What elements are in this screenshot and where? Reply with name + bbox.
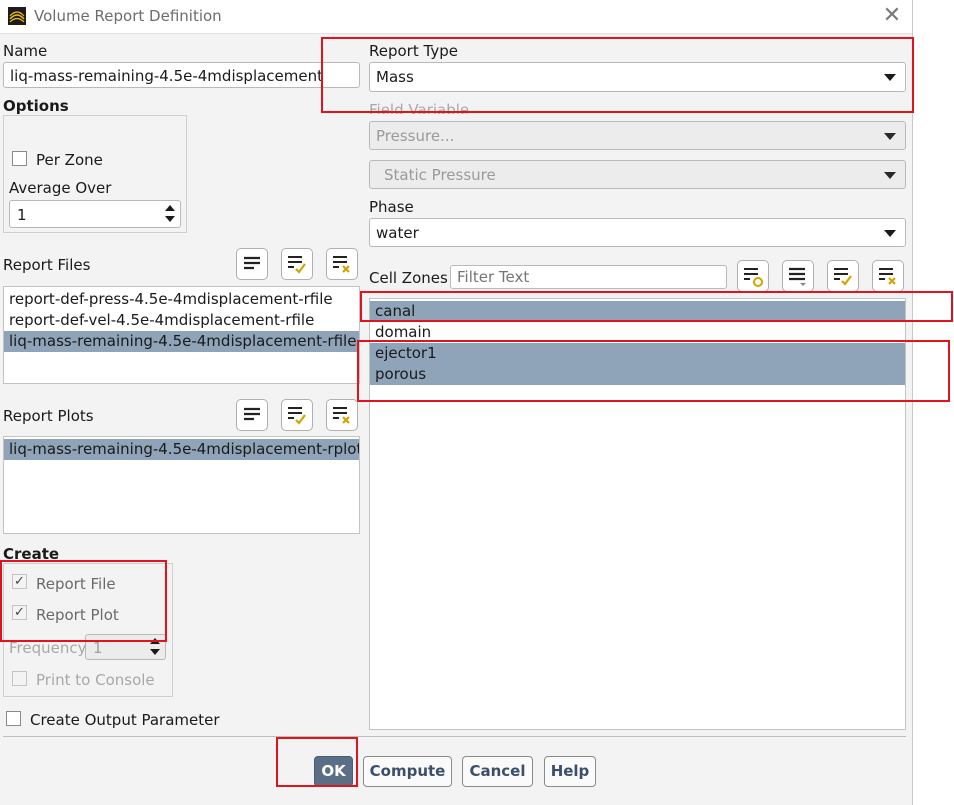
phase-label: Phase xyxy=(369,198,414,216)
separator xyxy=(3,736,906,737)
list-item[interactable]: liq-mass-remaining-4.5e-4mdisplacement-r… xyxy=(4,439,359,460)
select-all-checked-icon xyxy=(834,268,852,286)
list-item[interactable]: canal xyxy=(370,301,905,322)
phase-dropdown[interactable]: water xyxy=(369,218,906,247)
cancel-button[interactable]: Cancel xyxy=(462,756,533,787)
average-over-spinbox[interactable]: 1 xyxy=(9,200,181,228)
cell-zones-label: Cell Zones xyxy=(369,269,448,287)
select-all-icon xyxy=(244,256,260,270)
spin-up-icon[interactable] xyxy=(150,638,160,644)
per-zone-checkbox[interactable] xyxy=(12,151,27,166)
app-icon xyxy=(8,7,26,25)
list-item[interactable]: ejector1 xyxy=(370,343,905,364)
deselect-all-icon xyxy=(879,268,896,285)
select-all-checked-icon xyxy=(288,256,306,274)
cell-zones-select-all-button[interactable] xyxy=(782,260,814,292)
window-title: Volume Report Definition xyxy=(34,7,222,25)
phase-value: water xyxy=(376,224,419,242)
list-item[interactable]: domain xyxy=(370,322,905,343)
chevron-down-icon xyxy=(884,230,896,237)
compute-button[interactable]: Compute xyxy=(363,756,452,787)
spin-down-icon[interactable] xyxy=(150,649,160,655)
select-all-checked-icon xyxy=(288,407,306,425)
print-to-console-label: Print to Console xyxy=(36,671,155,689)
report-files-select-checked-button[interactable] xyxy=(281,248,313,280)
ok-button[interactable]: OK xyxy=(314,756,353,787)
list-item[interactable]: report-def-vel-4.5e-4mdisplacement-rfile xyxy=(4,310,359,331)
frequency-label: Frequency xyxy=(9,639,87,657)
report-plot-label: Report Plot xyxy=(36,606,119,624)
report-type-value: Mass xyxy=(376,68,414,86)
chevron-down-icon xyxy=(884,133,896,140)
report-type-dropdown[interactable]: Mass xyxy=(369,62,906,92)
average-over-value: 1 xyxy=(17,206,27,224)
filter-icon xyxy=(744,268,763,287)
cell-zones-filter-input[interactable] xyxy=(450,265,727,289)
checkmark-icon: ✓ xyxy=(14,605,25,620)
report-plots-select-all-button[interactable] xyxy=(236,399,268,431)
report-plot-checkbox[interactable]: ✓ xyxy=(12,605,27,620)
report-file-label: Report File xyxy=(36,575,116,593)
chevron-down-icon xyxy=(884,172,896,179)
create-label: Create xyxy=(3,545,60,563)
close-icon[interactable]: ✕ xyxy=(880,4,904,28)
frequency-spinbox[interactable]: 1 xyxy=(85,634,166,660)
field-variable-dropdown[interactable]: Pressure... xyxy=(369,121,906,150)
spin-up-icon[interactable] xyxy=(165,205,175,211)
list-item[interactable]: liq-mass-remaining-4.5e-4mdisplacement-r… xyxy=(4,331,359,352)
checkmark-icon: ✓ xyxy=(14,574,25,589)
report-files-list[interactable]: report-def-press-4.5e-4mdisplacement-rfi… xyxy=(3,286,360,384)
select-all-icon xyxy=(244,407,260,421)
name-label: Name xyxy=(3,42,48,60)
cell-zones-filter-button[interactable] xyxy=(737,260,769,292)
list-item[interactable]: porous xyxy=(370,364,905,385)
field-variable-value: Pressure... xyxy=(376,127,455,145)
create-output-parameter-label: Create Output Parameter xyxy=(30,711,220,729)
report-plots-label: Report Plots xyxy=(3,407,94,425)
cell-zones-deselect-button[interactable] xyxy=(872,260,904,292)
options-label: Options xyxy=(3,97,69,115)
report-plots-select-checked-button[interactable] xyxy=(281,399,313,431)
name-input[interactable]: liq-mass-remaining-4.5e-4mdisplacement xyxy=(3,62,360,88)
select-all-icon xyxy=(789,267,806,286)
report-files-select-all-button[interactable] xyxy=(236,248,268,280)
field-variable-sub-dropdown[interactable]: Static Pressure xyxy=(369,160,906,189)
spin-down-icon[interactable] xyxy=(165,216,175,222)
deselect-all-icon xyxy=(333,256,350,273)
deselect-all-icon xyxy=(333,407,350,424)
per-zone-label: Per Zone xyxy=(36,151,103,169)
average-over-label: Average Over xyxy=(9,179,112,197)
chevron-down-icon xyxy=(884,74,896,81)
cell-zones-select-checked-button[interactable] xyxy=(827,260,859,292)
report-plots-deselect-button[interactable] xyxy=(326,399,358,431)
report-files-label: Report Files xyxy=(3,256,91,274)
report-file-checkbox[interactable]: ✓ xyxy=(12,574,27,589)
help-button[interactable]: Help xyxy=(544,756,596,787)
print-to-console-checkbox[interactable] xyxy=(12,671,27,686)
frequency-value: 1 xyxy=(93,639,103,657)
field-variable-label: Field Variable xyxy=(369,101,470,114)
create-output-parameter-checkbox[interactable] xyxy=(6,711,21,726)
report-files-deselect-button[interactable] xyxy=(326,248,358,280)
report-plots-list[interactable]: liq-mass-remaining-4.5e-4mdisplacement-r… xyxy=(3,436,360,534)
cell-zones-list[interactable]: canal domain ejector1 porous xyxy=(369,298,906,730)
field-variable-sub-value: Static Pressure xyxy=(384,166,496,184)
report-type-label: Report Type xyxy=(369,42,458,60)
list-item[interactable]: report-def-press-4.5e-4mdisplacement-rfi… xyxy=(4,289,359,310)
